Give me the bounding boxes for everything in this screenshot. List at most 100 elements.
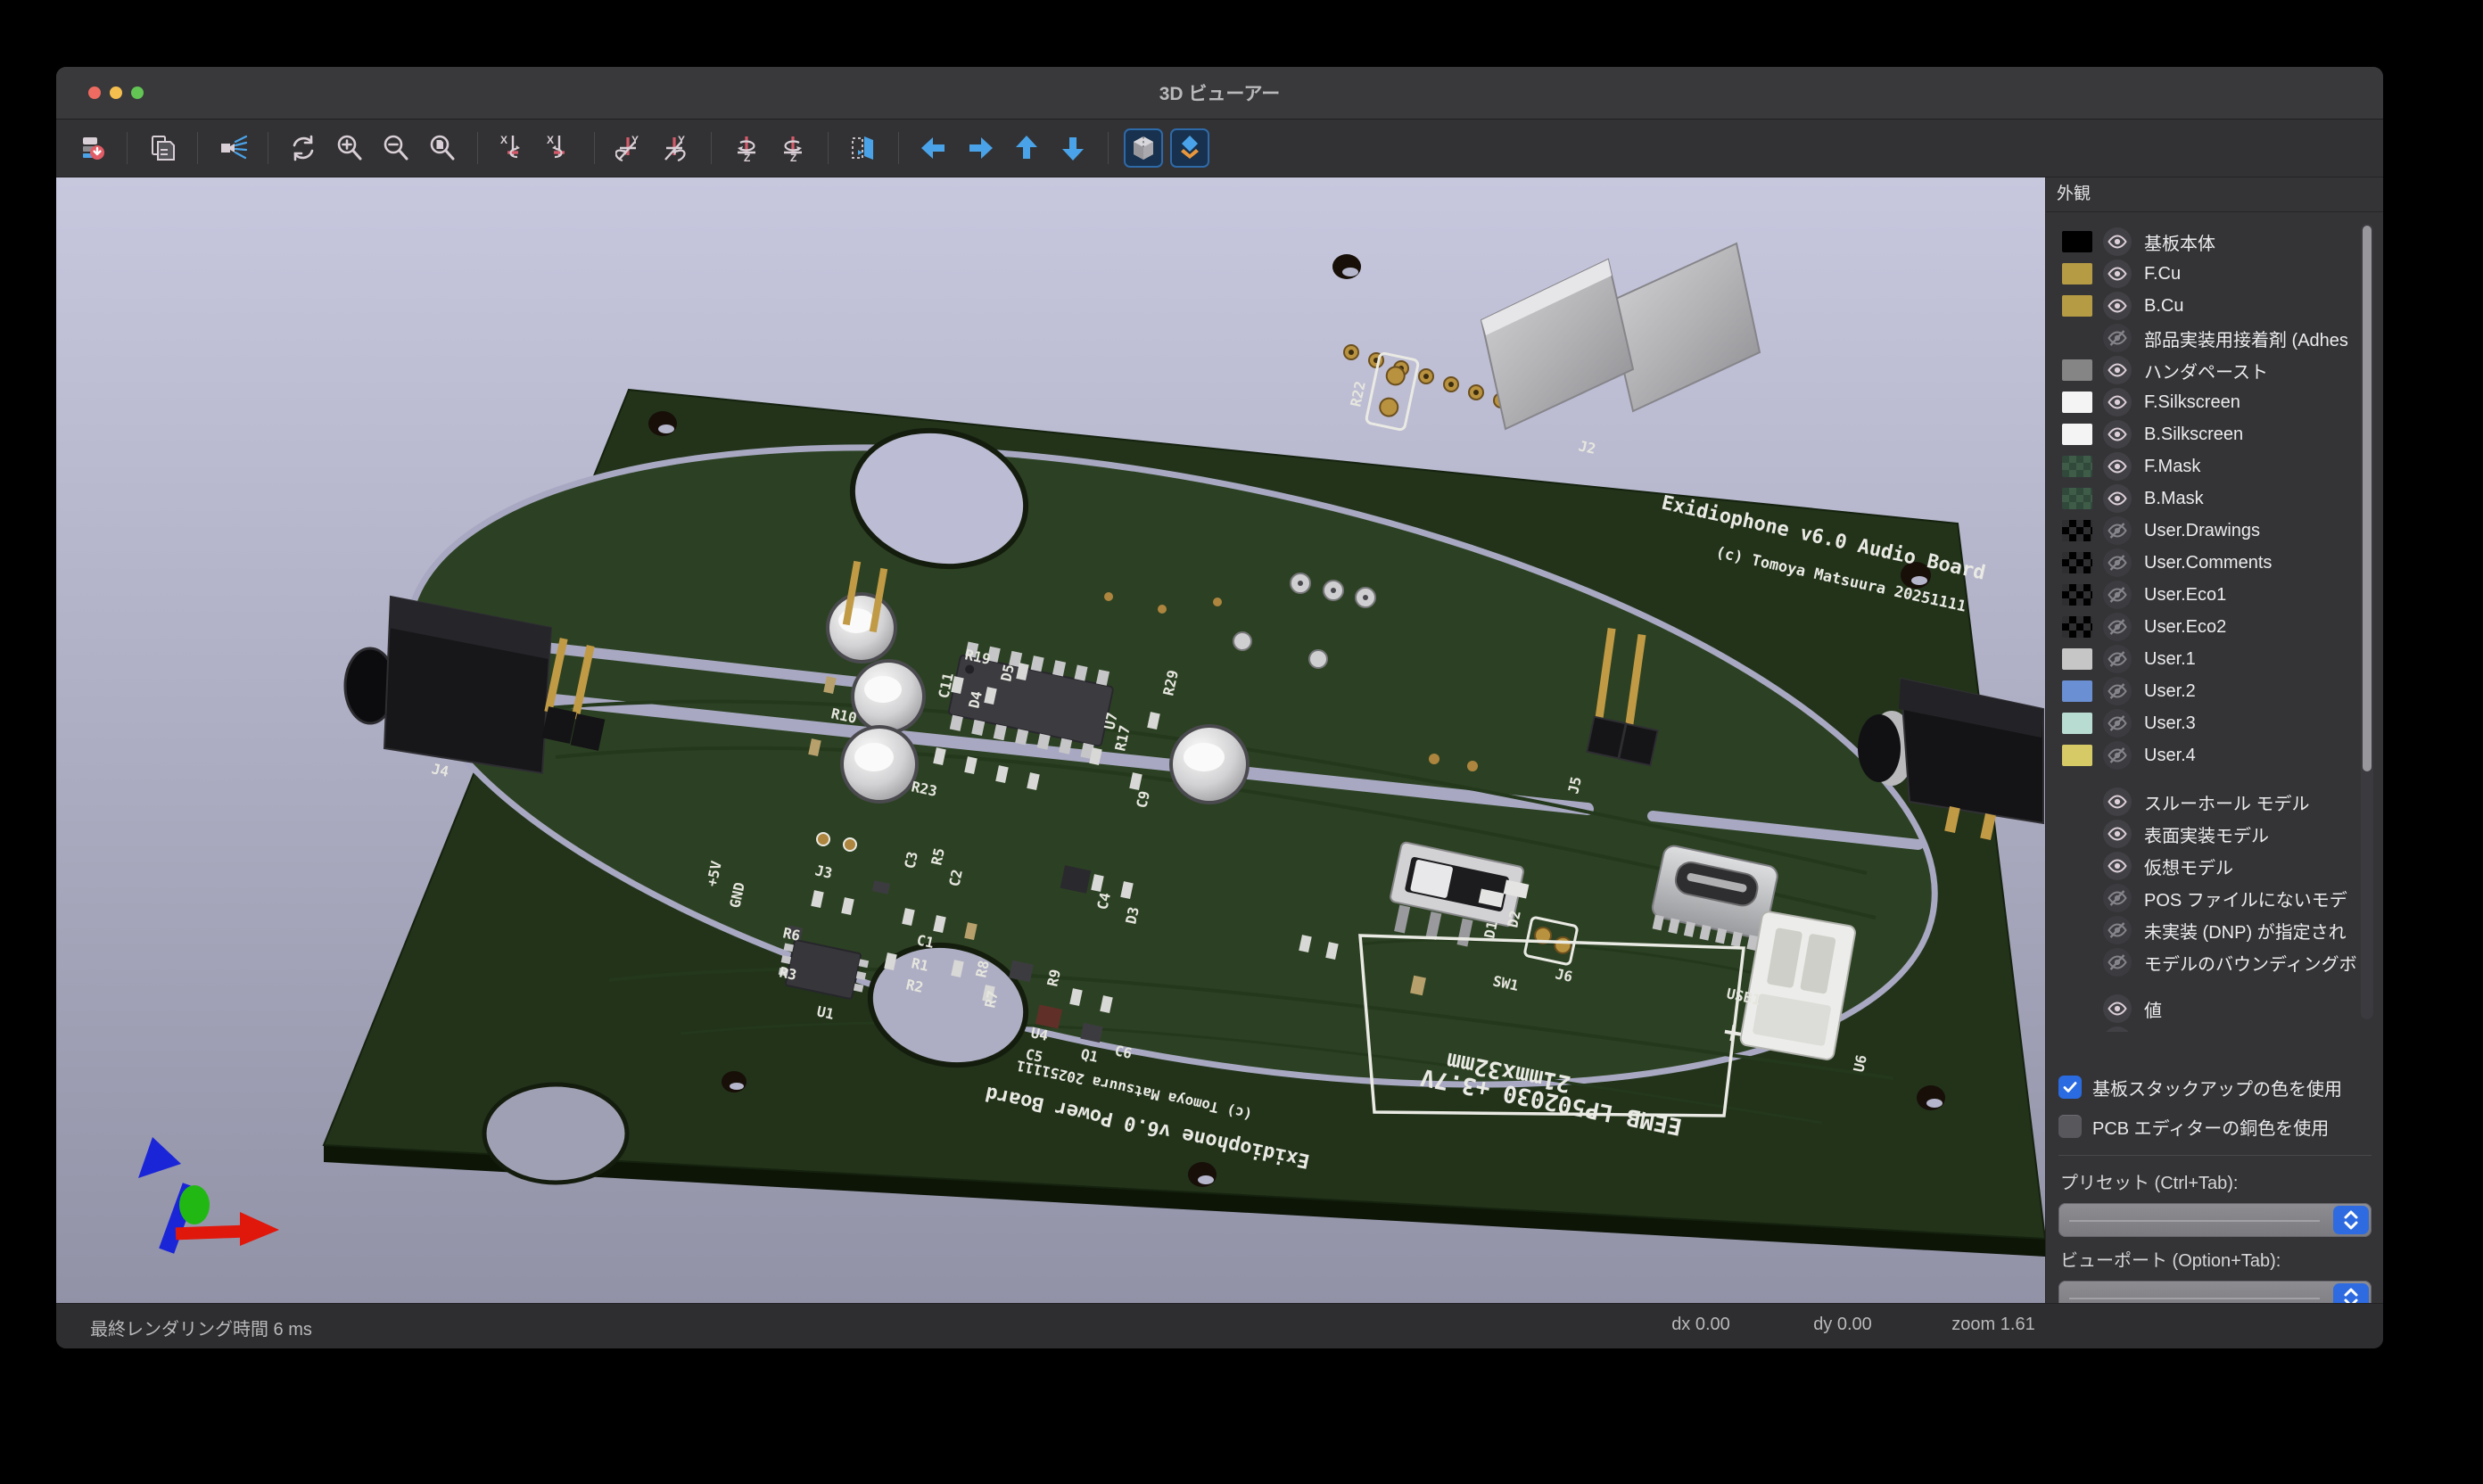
eye-icon[interactable] <box>2103 356 2132 384</box>
eye-icon[interactable] <box>2103 916 2132 944</box>
eye-icon[interactable] <box>2103 420 2132 449</box>
rotate-z-ccw-button[interactable]: Z <box>773 128 813 168</box>
layer-row[interactable]: B.Mask <box>2046 482 2383 515</box>
eye-icon[interactable] <box>2103 613 2132 641</box>
layer-row[interactable]: 表面実装モデル <box>2046 818 2383 850</box>
layer-color-swatch <box>2062 584 2092 606</box>
layer-row[interactable]: User.1 <box>2046 643 2383 675</box>
layer-color-swatch <box>2062 327 2092 349</box>
layer-row[interactable]: F.Mask <box>2046 450 2383 482</box>
layer-row[interactable]: POS ファイルにないモデ <box>2046 882 2383 914</box>
eye-icon[interactable] <box>2103 948 2132 977</box>
eye-icon[interactable] <box>2103 709 2132 738</box>
pan-right-button[interactable] <box>961 128 1000 168</box>
layer-row[interactable]: 値 <box>2046 993 2383 1025</box>
layer-row[interactable]: モデルのバウンディングボ <box>2046 946 2383 978</box>
arrow-right-icon <box>966 134 994 162</box>
zoom-in-button[interactable] <box>330 128 369 168</box>
checkbox-checked[interactable] <box>2058 1076 2082 1099</box>
rotate-y-cw-button[interactable]: Y <box>610 128 649 168</box>
layer-label: モデルのバウンディングボ <box>2144 950 2357 976</box>
eye-icon[interactable] <box>2103 548 2132 577</box>
raytracing-render-button[interactable] <box>213 128 252 168</box>
layer-color-swatch <box>2062 680 2092 702</box>
option-row-pcb-copper-colors[interactable]: PCB エディターの銅色を使用 <box>2058 1107 2372 1146</box>
rotate-x-ccw-button[interactable]: X <box>540 128 579 168</box>
rotate-y-ccw-button[interactable]: Y <box>656 128 696 168</box>
eye-icon[interactable] <box>2103 324 2132 352</box>
eye-icon[interactable] <box>2103 516 2132 545</box>
layer-row[interactable]: User.Drawings <box>2046 515 2383 547</box>
layer-row[interactable]: User.Comments <box>2046 547 2383 579</box>
eye-icon[interactable] <box>2103 452 2132 481</box>
eye-icon[interactable] <box>2103 677 2132 705</box>
rotate-x-cw-button[interactable]: X <box>493 128 532 168</box>
designator-label: D3 <box>1122 905 1143 926</box>
rotate-y-ccw-icon: Y <box>662 134 690 162</box>
eye-icon[interactable] <box>2103 1026 2132 1032</box>
layer-row[interactable]: ハンダペースト <box>2046 354 2383 386</box>
layers-icon <box>1176 134 1204 162</box>
copy-image-button[interactable] <box>143 128 182 168</box>
layer-row[interactable]: F.Silkscreen <box>2046 386 2383 418</box>
layer-row[interactable]: 基板本体 <box>2046 226 2383 258</box>
layer-row[interactable]: User.3 <box>2046 707 2383 739</box>
layer-row[interactable]: F.Cu <box>2046 258 2383 290</box>
pan-down-button[interactable] <box>1053 128 1093 168</box>
layer-row[interactable] <box>2046 1025 2383 1032</box>
eye-icon[interactable] <box>2103 787 2132 816</box>
flip-board-button[interactable] <box>844 128 883 168</box>
option-row-stackup-colors[interactable]: 基板スタックアップの色を使用 <box>2058 1068 2372 1107</box>
layer-row[interactable]: B.Cu <box>2046 290 2383 322</box>
appearance-manager-button[interactable] <box>1170 128 1209 168</box>
ortho-cube-icon <box>1129 134 1158 162</box>
combobox-stepper[interactable] <box>2333 1206 2369 1234</box>
pan-left-button[interactable] <box>914 128 953 168</box>
layer-row[interactable]: User.2 <box>2046 675 2383 707</box>
layer-list-scrollbar[interactable] <box>2361 224 2373 1019</box>
eye-icon[interactable] <box>2103 994 2132 1023</box>
layer-row[interactable]: 仮想モデル <box>2046 850 2383 882</box>
layer-row[interactable]: User.4 <box>2046 739 2383 771</box>
layer-label: POS ファイルにないモデ <box>2144 886 2347 911</box>
eye-icon[interactable] <box>2103 227 2132 256</box>
scrollbar-thumb[interactable] <box>2363 226 2372 771</box>
eye-icon[interactable] <box>2103 260 2132 288</box>
zoom-fit-button[interactable] <box>423 128 462 168</box>
layer-row[interactable]: 未実装 (DNP) が指定され <box>2046 914 2383 946</box>
checkbox-unchecked[interactable] <box>2058 1115 2082 1138</box>
layer-label: User.1 <box>2144 649 2196 670</box>
eye-icon[interactable] <box>2103 581 2132 609</box>
eye-icon[interactable] <box>2103 884 2132 912</box>
layer-label: User.Eco1 <box>2144 585 2226 606</box>
eye-icon[interactable] <box>2103 852 2132 880</box>
layer-row[interactable]: スルーホール モデル <box>2046 786 2383 818</box>
layer-label: F.Mask <box>2144 457 2200 477</box>
layer-row[interactable]: 部品実装用接着剤 (Adhes <box>2046 322 2383 354</box>
ortho-projection-button[interactable] <box>1124 128 1163 168</box>
flip-board-icon <box>849 134 878 162</box>
layer-color-swatch <box>2062 745 2092 766</box>
pan-up-button[interactable] <box>1007 128 1046 168</box>
eye-icon[interactable] <box>2103 484 2132 513</box>
eye-icon[interactable] <box>2103 820 2132 848</box>
svg-text:X: X <box>547 134 554 146</box>
layer-label: User.3 <box>2144 713 2196 734</box>
toolbar-separator <box>127 132 128 164</box>
redraw-button[interactable] <box>284 128 323 168</box>
rotate-z-cw-button[interactable]: Z <box>727 128 766 168</box>
toolbar-separator <box>1108 132 1109 164</box>
layer-row[interactable]: B.Silkscreen <box>2046 418 2383 450</box>
layer-row[interactable]: User.Eco1 <box>2046 579 2383 611</box>
titlebar: 3D ビューアー <box>56 67 2383 120</box>
layer-row[interactable]: User.Eco2 <box>2046 611 2383 643</box>
eye-icon[interactable] <box>2103 741 2132 770</box>
designator-label: R1 <box>910 954 930 975</box>
reload-board-button[interactable] <box>72 128 111 168</box>
eye-icon[interactable] <box>2103 645 2132 673</box>
eye-icon[interactable] <box>2103 292 2132 320</box>
3d-viewport[interactable]: Exidiophone v6.0 Audio Board (c) Tomoya … <box>56 177 2045 1306</box>
zoom-out-button[interactable] <box>376 128 416 168</box>
preset-combobox[interactable] <box>2058 1203 2372 1237</box>
eye-icon[interactable] <box>2103 388 2132 416</box>
